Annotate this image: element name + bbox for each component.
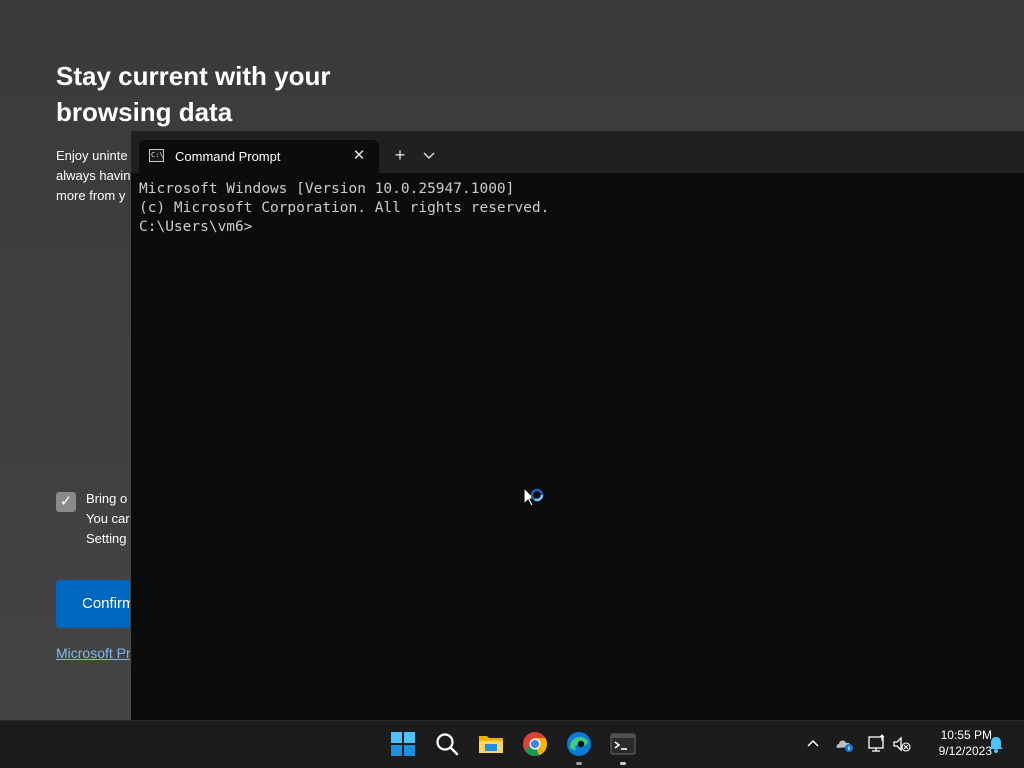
bell-icon[interactable] bbox=[986, 734, 1006, 754]
chrome-icon[interactable] bbox=[522, 731, 548, 757]
chevron-down-icon[interactable] bbox=[421, 145, 437, 165]
new-tab-button[interactable]: + bbox=[389, 144, 411, 166]
terminal-titlebar[interactable]: C:\ Command Prompt ✕ + bbox=[131, 130, 1024, 173]
page-description: Enjoy uninte always havin more from y bbox=[56, 148, 130, 203]
prompt-line: C:\Users\vm6> bbox=[139, 219, 253, 235]
busy-cursor-icon bbox=[522, 486, 552, 516]
output-line: (c) Microsoft Corporation. All rights re… bbox=[139, 200, 550, 216]
edge-icon[interactable] bbox=[566, 731, 592, 757]
terminal-output[interactable]: Microsoft Windows [Version 10.0.25947.10… bbox=[139, 180, 549, 237]
windows-logo-icon[interactable] bbox=[390, 731, 416, 757]
tab-command-prompt[interactable]: C:\ Command Prompt ✕ bbox=[139, 140, 379, 173]
system-clock[interactable]: 10:55 PM 9/12/2023 bbox=[912, 727, 992, 759]
cmd-icon: C:\ bbox=[149, 149, 164, 162]
chevron-up-icon[interactable] bbox=[803, 734, 823, 754]
network-icon[interactable] bbox=[867, 734, 887, 754]
volume-muted-icon[interactable] bbox=[892, 734, 912, 754]
terminal-icon[interactable] bbox=[610, 731, 636, 757]
clock-time: 10:55 PM bbox=[940, 728, 992, 742]
search-icon[interactable] bbox=[434, 731, 460, 757]
privacy-link[interactable]: Microsoft Pri bbox=[56, 645, 130, 661]
output-line: Microsoft Windows [Version 10.0.25947.10… bbox=[139, 181, 515, 197]
folder-icon[interactable] bbox=[478, 731, 504, 757]
sync-checkbox-label: Bring o You car Setting bbox=[86, 491, 130, 546]
tab-label: Command Prompt bbox=[175, 149, 281, 164]
sync-checkbox[interactable]: ✓ bbox=[56, 492, 76, 512]
onedrive-icon[interactable] bbox=[835, 734, 855, 754]
clock-date: 9/12/2023 bbox=[938, 744, 992, 758]
running-indicator bbox=[576, 762, 582, 765]
close-tab-icon[interactable]: ✕ bbox=[349, 146, 369, 166]
taskbar: 10:55 PM 9/12/2023 bbox=[0, 720, 1024, 768]
terminal-window[interactable]: C:\ Command Prompt ✕ + Microsoft Windows… bbox=[130, 130, 1024, 720]
page-title: Stay current with your browsing data bbox=[56, 61, 331, 127]
running-indicator bbox=[620, 762, 626, 765]
